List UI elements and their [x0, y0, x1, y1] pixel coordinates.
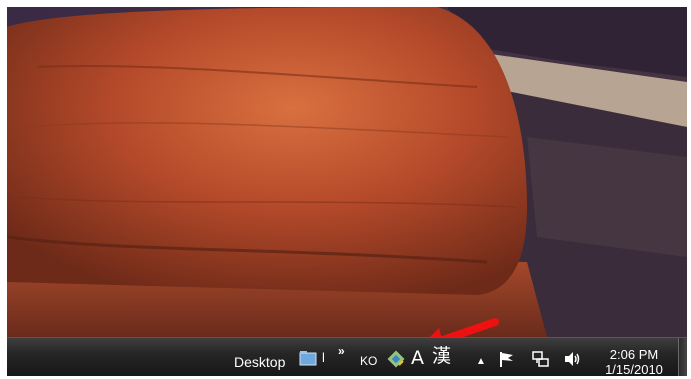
- desktop-wallpaper: [7, 7, 687, 337]
- taskbar: Desktop l » KO A 漢 ▲ 2:06 PM 1/15/2010: [7, 337, 687, 376]
- toolbar-text[interactable]: l: [322, 349, 325, 367]
- desktop-toolbar-label[interactable]: Desktop: [234, 353, 285, 371]
- clock-date[interactable]: 1/15/2010: [599, 363, 669, 377]
- flag-icon[interactable]: [498, 350, 516, 368]
- network-icon[interactable]: [531, 349, 551, 369]
- screenshot-frame: Desktop l » KO A 漢 ▲ 2:06 PM 1/15/2010: [7, 7, 687, 376]
- volume-icon[interactable]: [562, 349, 582, 369]
- folder-icon[interactable]: [299, 350, 317, 366]
- show-hidden-icons-button[interactable]: ▲: [476, 353, 486, 371]
- ime-mode-indicator[interactable]: A: [411, 349, 424, 368]
- toolbar-overflow-chevron[interactable]: »: [338, 342, 345, 360]
- ime-pad-icon[interactable]: [387, 350, 405, 368]
- ime-hanja-indicator[interactable]: 漢: [432, 347, 451, 366]
- language-indicator[interactable]: KO: [360, 352, 377, 370]
- show-desktop-button[interactable]: [678, 338, 687, 376]
